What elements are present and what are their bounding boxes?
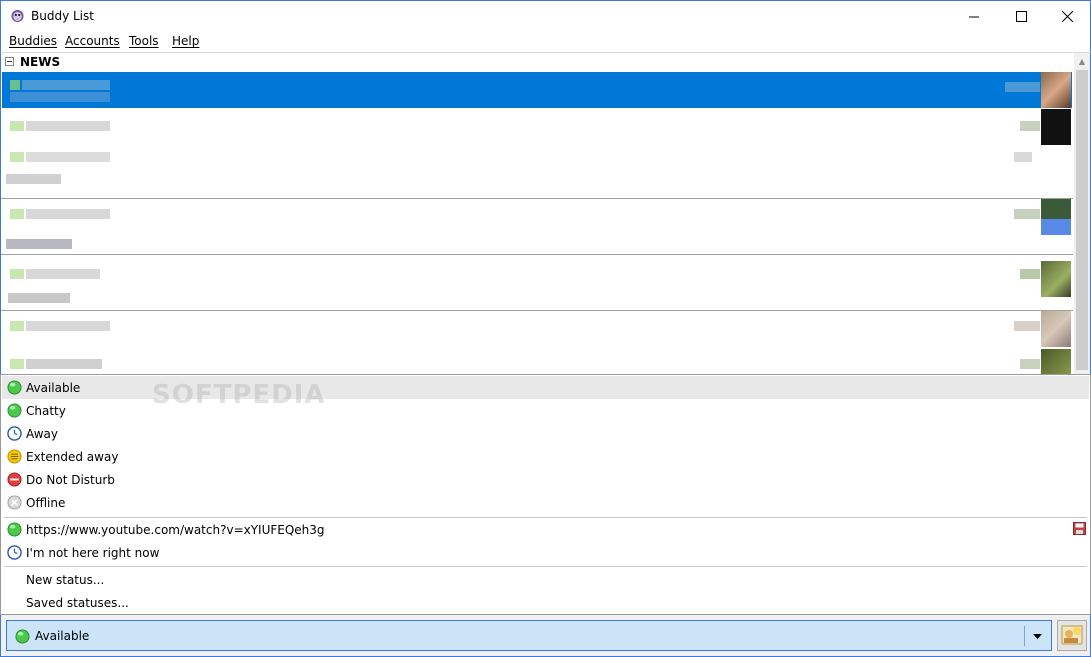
buddy-row[interactable] (2, 199, 1072, 255)
scroll-up-icon[interactable]: ▲ (1074, 53, 1090, 69)
status-label: Away (26, 427, 58, 441)
buddy-status-obscured (6, 239, 72, 249)
buddy-avatar (1041, 349, 1071, 374)
scroll-thumb[interactable] (1076, 70, 1088, 370)
maximize-button[interactable] (998, 1, 1044, 31)
status-label: Saved statuses... (26, 596, 129, 610)
maximize-icon (1015, 10, 1027, 22)
close-icon (1061, 10, 1073, 22)
selector-divider (1024, 626, 1025, 646)
buddy-row[interactable] (2, 146, 1072, 198)
status-item-do-not-disturb[interactable]: Do Not Disturb (2, 468, 1089, 491)
title-bar: Buddy List (0, 0, 1091, 31)
status-label: https://www.youtube.com/watch?v=xYIUFEQe… (26, 523, 325, 537)
buddy-list: NEWS ▲ (0, 52, 1091, 374)
buddy-avatar (1041, 261, 1071, 297)
status-label: I'm not here right now (26, 546, 160, 560)
buddy-status-icon (10, 209, 24, 219)
buddy-name-obscured (26, 152, 110, 162)
chevron-down-icon[interactable] (1030, 630, 1044, 642)
menu-help[interactable]: Help (172, 34, 199, 48)
status-selector[interactable]: Available (6, 620, 1052, 651)
menu-bar: Buddies Accounts Tools Help (0, 31, 1091, 52)
buddy-meta-obscured (1020, 359, 1040, 369)
buddy-row[interactable] (2, 311, 1072, 374)
window-title: Buddy List (31, 9, 94, 23)
buddy-name-obscured (22, 80, 110, 90)
group-header-news[interactable]: NEWS (1, 53, 1073, 71)
status-item-away[interactable]: Away (2, 422, 1089, 445)
status-item-offline[interactable]: Offline (2, 491, 1089, 514)
buddy-status-obscured (8, 293, 70, 303)
status-label: Chatty (26, 404, 66, 418)
buddy-meta-obscured (1005, 82, 1040, 92)
buddy-meta-obscured (1020, 269, 1040, 279)
buddy-name-obscured (26, 321, 110, 331)
buddy-status-obscured (10, 92, 110, 102)
buddy-avatar (1041, 311, 1071, 347)
chatty-icon (7, 403, 22, 418)
close-button[interactable] (1044, 1, 1090, 31)
buddy-meta-obscured (1014, 152, 1032, 162)
buddy-row[interactable] (2, 255, 1072, 311)
saved-statuses-item[interactable]: Saved statuses... (2, 591, 1089, 614)
buddy-name-obscured (26, 209, 110, 219)
available-icon (7, 380, 22, 395)
buddy-row-selected[interactable] (2, 72, 1072, 108)
offline-icon (7, 495, 22, 510)
available-icon (15, 629, 30, 644)
status-item-available[interactable]: Available SOFTPEDIA (2, 376, 1089, 410)
buddy-avatar (1041, 199, 1071, 235)
buddy-avatar (1041, 109, 1071, 145)
menu-buddies[interactable]: Buddies (9, 34, 57, 48)
buddy-status-icon (10, 321, 24, 331)
group-name: NEWS (20, 55, 61, 69)
buddy-icon-button[interactable] (1057, 620, 1087, 651)
status-bar: Available (0, 615, 1091, 657)
buddy-status-icon (10, 269, 24, 279)
buddy-row[interactable] (2, 109, 1072, 145)
buddy-list-scrollbar[interactable]: ▲ (1074, 53, 1090, 374)
buddy-avatar (1041, 72, 1071, 108)
saved-status-youtube[interactable]: https://www.youtube.com/watch?v=xYIUFEQe… (2, 518, 1089, 541)
collapse-icon[interactable] (5, 57, 14, 66)
extended-away-icon (7, 449, 22, 464)
status-menu: Available SOFTPEDIA Chatty Away Extended… (0, 374, 1091, 615)
menu-accounts[interactable]: Accounts (65, 34, 120, 48)
status-item-chatty[interactable]: Chatty (2, 399, 1089, 422)
away-clock-icon (7, 426, 22, 441)
status-label: Extended away (26, 450, 119, 464)
buddy-status-icon (10, 359, 24, 369)
save-status-icon[interactable] (1073, 522, 1086, 535)
minimize-button[interactable] (951, 1, 997, 31)
status-selector-value: Available (35, 629, 90, 643)
buddy-status-icon (10, 152, 24, 162)
buddy-name-obscured (26, 359, 102, 369)
saved-status-not-here[interactable]: I'm not here right now (2, 541, 1089, 564)
new-status-item[interactable]: New status... (2, 568, 1089, 591)
buddy-meta-obscured (1014, 321, 1040, 331)
buddy-meta-obscured (1020, 121, 1040, 131)
menu-tools[interactable]: Tools (129, 34, 159, 48)
menu-separator (4, 566, 1087, 567)
buddy-name-obscured (26, 269, 100, 279)
buddy-meta-obscured (1014, 209, 1040, 219)
buddy-icon (1061, 625, 1083, 645)
buddy-status-obscured (6, 174, 61, 184)
pidgin-app-icon (11, 9, 24, 23)
status-label: New status... (26, 573, 105, 587)
buddy-status-icon (10, 80, 20, 90)
available-icon (7, 522, 22, 537)
minimize-icon (968, 16, 979, 17)
away-clock-icon (7, 545, 22, 560)
do-not-disturb-icon (7, 472, 22, 487)
status-label: Do Not Disturb (26, 473, 115, 487)
buddy-status-icon (10, 121, 24, 131)
buddy-name-obscured (26, 121, 110, 131)
status-item-extended-away[interactable]: Extended away (2, 445, 1089, 468)
status-label: Available (26, 381, 81, 395)
status-label: Offline (26, 496, 66, 510)
